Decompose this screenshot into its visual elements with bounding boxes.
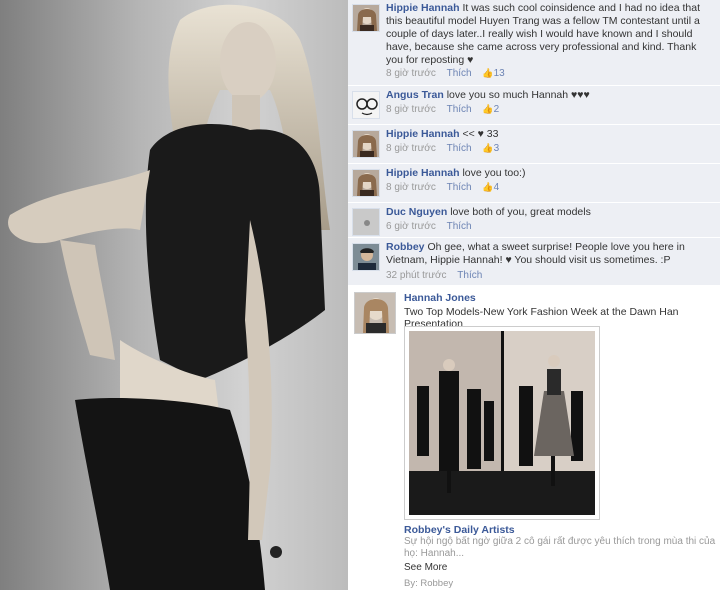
comment-meta: 8 giờ trước Thích 👍2: [386, 104, 499, 115]
comment-body: love you too:): [462, 167, 526, 179]
comment-item: Hippie Hannah It was such cool coinsiden…: [348, 0, 720, 86]
comment-time[interactable]: 8 giờ trước: [386, 104, 436, 115]
comment-text-block: Robbey Oh gee, what a sweet surprise! Pe…: [386, 241, 714, 267]
comment-author[interactable]: Hippie Hannah: [386, 128, 460, 140]
comment-time[interactable]: 32 phút trước: [386, 270, 447, 281]
comments-panel: Hippie Hannah It was such cool coinsiden…: [348, 0, 720, 286]
comment-author[interactable]: Hippie Hannah: [386, 2, 460, 14]
link-description: Sự hội ngộ bất ngờ giữa 2 cô gái rất đượ…: [404, 536, 716, 559]
comment-body: Oh gee, what a sweet surprise! People lo…: [386, 241, 685, 266]
comment-item: Hippie Hannah love you too:) 8 giờ trước…: [348, 165, 720, 203]
comment-time[interactable]: 8 giờ trước: [386, 68, 436, 79]
comment-time[interactable]: 8 giờ trước: [386, 182, 436, 193]
thumbs-up-icon: 👍: [482, 68, 494, 78]
link-title[interactable]: Robbey's Daily Artists: [404, 524, 515, 536]
comment-text-block: Hippie Hannah << ♥ 33: [386, 128, 714, 141]
see-more-link[interactable]: See More: [404, 562, 447, 573]
model-photo: [0, 0, 348, 590]
generic-avatar-icon[interactable]: [352, 208, 380, 236]
comment-text-block: Angus Tran love you so much Hannah ♥♥♥: [386, 89, 714, 102]
comment-body: love both of you, great models: [450, 206, 591, 218]
like-button[interactable]: Thích: [447, 143, 472, 154]
woman-portrait-icon[interactable]: [354, 292, 396, 334]
comment-body: love you so much Hannah ♥♥♥: [446, 89, 590, 101]
post-author[interactable]: Hannah Jones: [404, 292, 476, 304]
shared-post: Hannah Jones Two Top Models-New York Fas…: [348, 286, 720, 590]
post-byline: By: Robbey: [404, 578, 454, 589]
thumbs-up-icon: 👍: [482, 182, 494, 192]
comment-author[interactable]: Angus Tran: [386, 89, 444, 101]
comment-meta: 8 giờ trước Thích 👍4: [386, 182, 499, 193]
like-button[interactable]: Thích: [447, 221, 472, 232]
thumbs-up-icon: 👍: [482, 143, 494, 153]
comment-time[interactable]: 8 giờ trước: [386, 143, 436, 154]
like-count[interactable]: 👍13: [482, 68, 504, 79]
runway-photo: [409, 331, 595, 515]
comment-item: Angus Tran love you so much Hannah ♥♥♥ 8…: [348, 87, 720, 125]
like-count-value: 3: [493, 143, 500, 154]
comment-author[interactable]: Duc Nguyen: [386, 206, 447, 218]
comment-meta: 6 giờ trước Thích: [386, 221, 472, 232]
post-photo[interactable]: [404, 326, 600, 520]
comment-item: Hippie Hannah << ♥ 33 8 giờ trước Thích …: [348, 126, 720, 164]
like-button[interactable]: Thích: [457, 270, 482, 281]
like-count[interactable]: 👍2: [482, 104, 499, 115]
comment-body: << ♥ 33: [462, 128, 499, 140]
like-button[interactable]: Thích: [447, 182, 472, 193]
like-button[interactable]: Thích: [447, 68, 472, 79]
comment-meta: 8 giờ trước Thích 👍3: [386, 143, 499, 154]
comment-item: Robbey Oh gee, what a sweet surprise! Pe…: [348, 239, 720, 286]
comment-author[interactable]: Robbey: [386, 241, 425, 253]
like-button[interactable]: Thích: [447, 104, 472, 115]
thumbs-up-icon: 👍: [482, 104, 494, 114]
like-count-value: 2: [493, 104, 500, 115]
comment-meta: 8 giờ trước Thích 👍13: [386, 68, 505, 79]
like-count[interactable]: 👍4: [482, 182, 499, 193]
comment-text-block: Duc Nguyen love both of you, great model…: [386, 206, 714, 219]
comment-text-block: Hippie Hannah It was such cool coinsiden…: [386, 2, 714, 67]
woman-portrait-icon[interactable]: [352, 130, 380, 158]
woman-portrait-icon[interactable]: [352, 169, 380, 197]
runway-photo-illustration: [409, 331, 595, 515]
comment-text-block: Hippie Hannah love you too:): [386, 167, 714, 180]
woman-portrait-icon[interactable]: [352, 4, 380, 32]
like-count-value: 13: [493, 68, 505, 79]
glasses-face-icon[interactable]: [352, 91, 380, 119]
comment-time[interactable]: 6 giờ trước: [386, 221, 436, 232]
comment-meta: 32 phút trước Thích: [386, 270, 482, 281]
like-count-value: 4: [493, 182, 500, 193]
comment-author[interactable]: Hippie Hannah: [386, 167, 460, 179]
like-count[interactable]: 👍3: [482, 143, 499, 154]
comment-item: Duc Nguyen love both of you, great model…: [348, 204, 720, 238]
man-portrait-icon[interactable]: [352, 243, 380, 271]
model-photo-illustration: [0, 0, 348, 590]
